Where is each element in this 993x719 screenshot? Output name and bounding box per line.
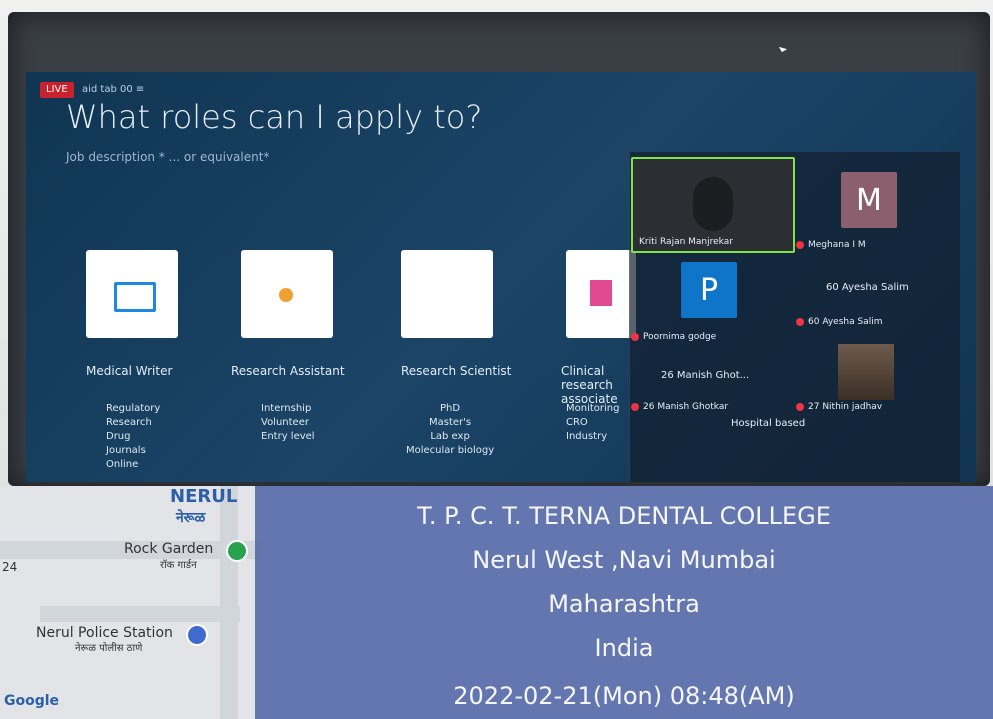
role-title-clinical: Clinical research associate — [561, 364, 618, 406]
google-logo: Google — [4, 693, 60, 709]
banner-line-state: Maharashtra — [548, 590, 700, 618]
role-item: Lab exp — [430, 431, 470, 442]
role-item: CRO — [566, 417, 588, 428]
participant-tile-poornima[interactable]: P — [681, 262, 737, 318]
slide-title: What roles can I apply to? — [66, 98, 483, 136]
role-card-medical-writer — [86, 250, 178, 338]
role-card-research-assistant — [241, 250, 333, 338]
mic-off-icon — [796, 402, 804, 411]
role-item: Master's — [429, 417, 472, 428]
participant-name: 27 Nithin jadhav — [796, 402, 882, 412]
role-card-research-scientist — [401, 250, 493, 338]
participant-photo[interactable] — [838, 344, 894, 400]
participant-tile-meghana[interactable]: M — [841, 172, 897, 228]
role-item: Monitoring — [566, 403, 620, 414]
participant-name: Poornima godge — [631, 332, 716, 342]
mic-off-icon — [631, 402, 639, 411]
role-item: Drug — [106, 431, 131, 442]
banner-datetime: 2022-02-21(Mon) 08:48(AM) — [453, 682, 795, 710]
role-item: Entry level — [261, 431, 315, 442]
live-badge-text: aid tab 00 ≡ — [82, 84, 145, 95]
role-item: Molecular biology — [406, 445, 495, 456]
presentation-screen: LIVE aid tab 00 ≡ What roles can I apply… — [26, 72, 976, 482]
role-item: Volunteer — [261, 417, 309, 428]
video-name: Kriti Rajan Manjrekar — [639, 237, 733, 247]
role-title-medical-writer: Medical Writer — [86, 364, 173, 378]
map-label-nerul: NERUL — [170, 486, 238, 507]
banner-line-country: India — [594, 634, 654, 662]
participant-name: Meghana I M — [796, 240, 866, 250]
role-item: Online — [106, 459, 139, 470]
park-pin-icon — [226, 540, 248, 562]
role-list-medical-writer: Regulatory Research Drug Journals Online — [106, 402, 160, 472]
participant-name: 26 Manish Ghotkar — [631, 402, 728, 412]
map-label-police-local: नेरूळ पोलीस ठाणे — [75, 643, 143, 654]
monitor: LIVE aid tab 00 ≡ What roles can I apply… — [8, 12, 990, 486]
map-label-distance: 24 — [2, 560, 18, 574]
role-item: PhD — [440, 403, 461, 414]
map-label-police: Nerul Police Station — [36, 625, 173, 641]
role-item: Regulatory — [106, 403, 161, 414]
map-label-nerul-local: नेरूळ — [176, 510, 206, 526]
mic-off-icon — [796, 240, 804, 249]
map-label-rock-garden: Rock Garden — [124, 541, 214, 557]
live-badge: LIVE — [40, 82, 74, 98]
role-title-research-assistant: Research Assistant — [231, 364, 345, 378]
role-item: Internship — [261, 403, 312, 414]
speaker-silhouette — [693, 177, 733, 231]
road — [220, 486, 238, 719]
participant-label-ayesha: 60 Ayesha Salim — [826, 282, 909, 293]
network-icon — [279, 288, 293, 302]
bar-chart-icon — [590, 280, 612, 306]
role-card-clinical — [566, 250, 636, 338]
road — [40, 606, 240, 622]
location-banner: T. P. C. T. TERNA DENTAL COLLEGE Nerul W… — [255, 486, 993, 719]
banner-line-college: T. P. C. T. TERNA DENTAL COLLEGE — [417, 502, 831, 530]
role-title-research-scientist: Research Scientist — [401, 364, 512, 378]
active-speaker-video: Kriti Rajan Manjrekar — [631, 157, 795, 253]
map-label-rock-garden-local: रॉक गार्डन — [160, 560, 197, 571]
role-item: Industry — [566, 431, 608, 442]
hospital-based-text: Hospital based — [731, 418, 806, 429]
participant-label-manish: 26 Manish Ghot... — [661, 370, 750, 381]
mic-off-icon — [796, 317, 804, 326]
presentation-icon — [114, 282, 156, 312]
slide-subtitle: Job description * ... or equivalent* — [66, 150, 270, 164]
role-item: Journals — [106, 445, 146, 456]
role-list-clinical: Monitoring CRO Industry — [566, 402, 619, 444]
role-item: Research — [106, 417, 152, 428]
role-list-research-scientist: PhD Master's Lab exp Molecular biology — [406, 402, 494, 458]
banner-line-city: Nerul West ,Navi Mumbai — [472, 546, 776, 574]
participant-name: 60 Ayesha Salim — [796, 317, 883, 327]
mic-off-icon — [631, 332, 639, 341]
police-pin-icon — [186, 624, 208, 646]
role-list-research-assistant: Internship Volunteer Entry level — [261, 402, 315, 444]
